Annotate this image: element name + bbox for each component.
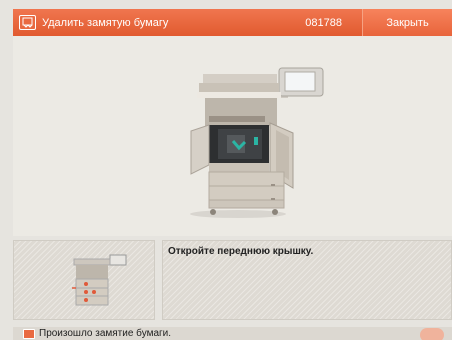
page-title: Удалить замятую бумагу xyxy=(42,16,169,29)
job-code: 081788 xyxy=(305,16,342,29)
printer-illustration xyxy=(190,67,324,218)
illustration-area xyxy=(13,36,452,236)
status-bar: Произошло замятие бумаги. xyxy=(13,327,452,340)
title-bar: Удалить замятую бумагу 081788 Закрыть xyxy=(13,9,452,36)
status-text: Произошло замятие бумаги. xyxy=(39,328,172,339)
printer-thumbnail xyxy=(72,254,127,306)
close-button[interactable]: Закрыть xyxy=(362,9,452,36)
paper-jam-icon xyxy=(19,15,36,30)
paper-jam-icon xyxy=(23,328,35,339)
instruction-panel: Откройте переднюю крышку. xyxy=(162,240,452,320)
instruction-text: Откройте переднюю крышку. xyxy=(168,246,314,257)
status-button[interactable] xyxy=(420,328,444,340)
printer-thumbnail-panel xyxy=(13,240,155,320)
